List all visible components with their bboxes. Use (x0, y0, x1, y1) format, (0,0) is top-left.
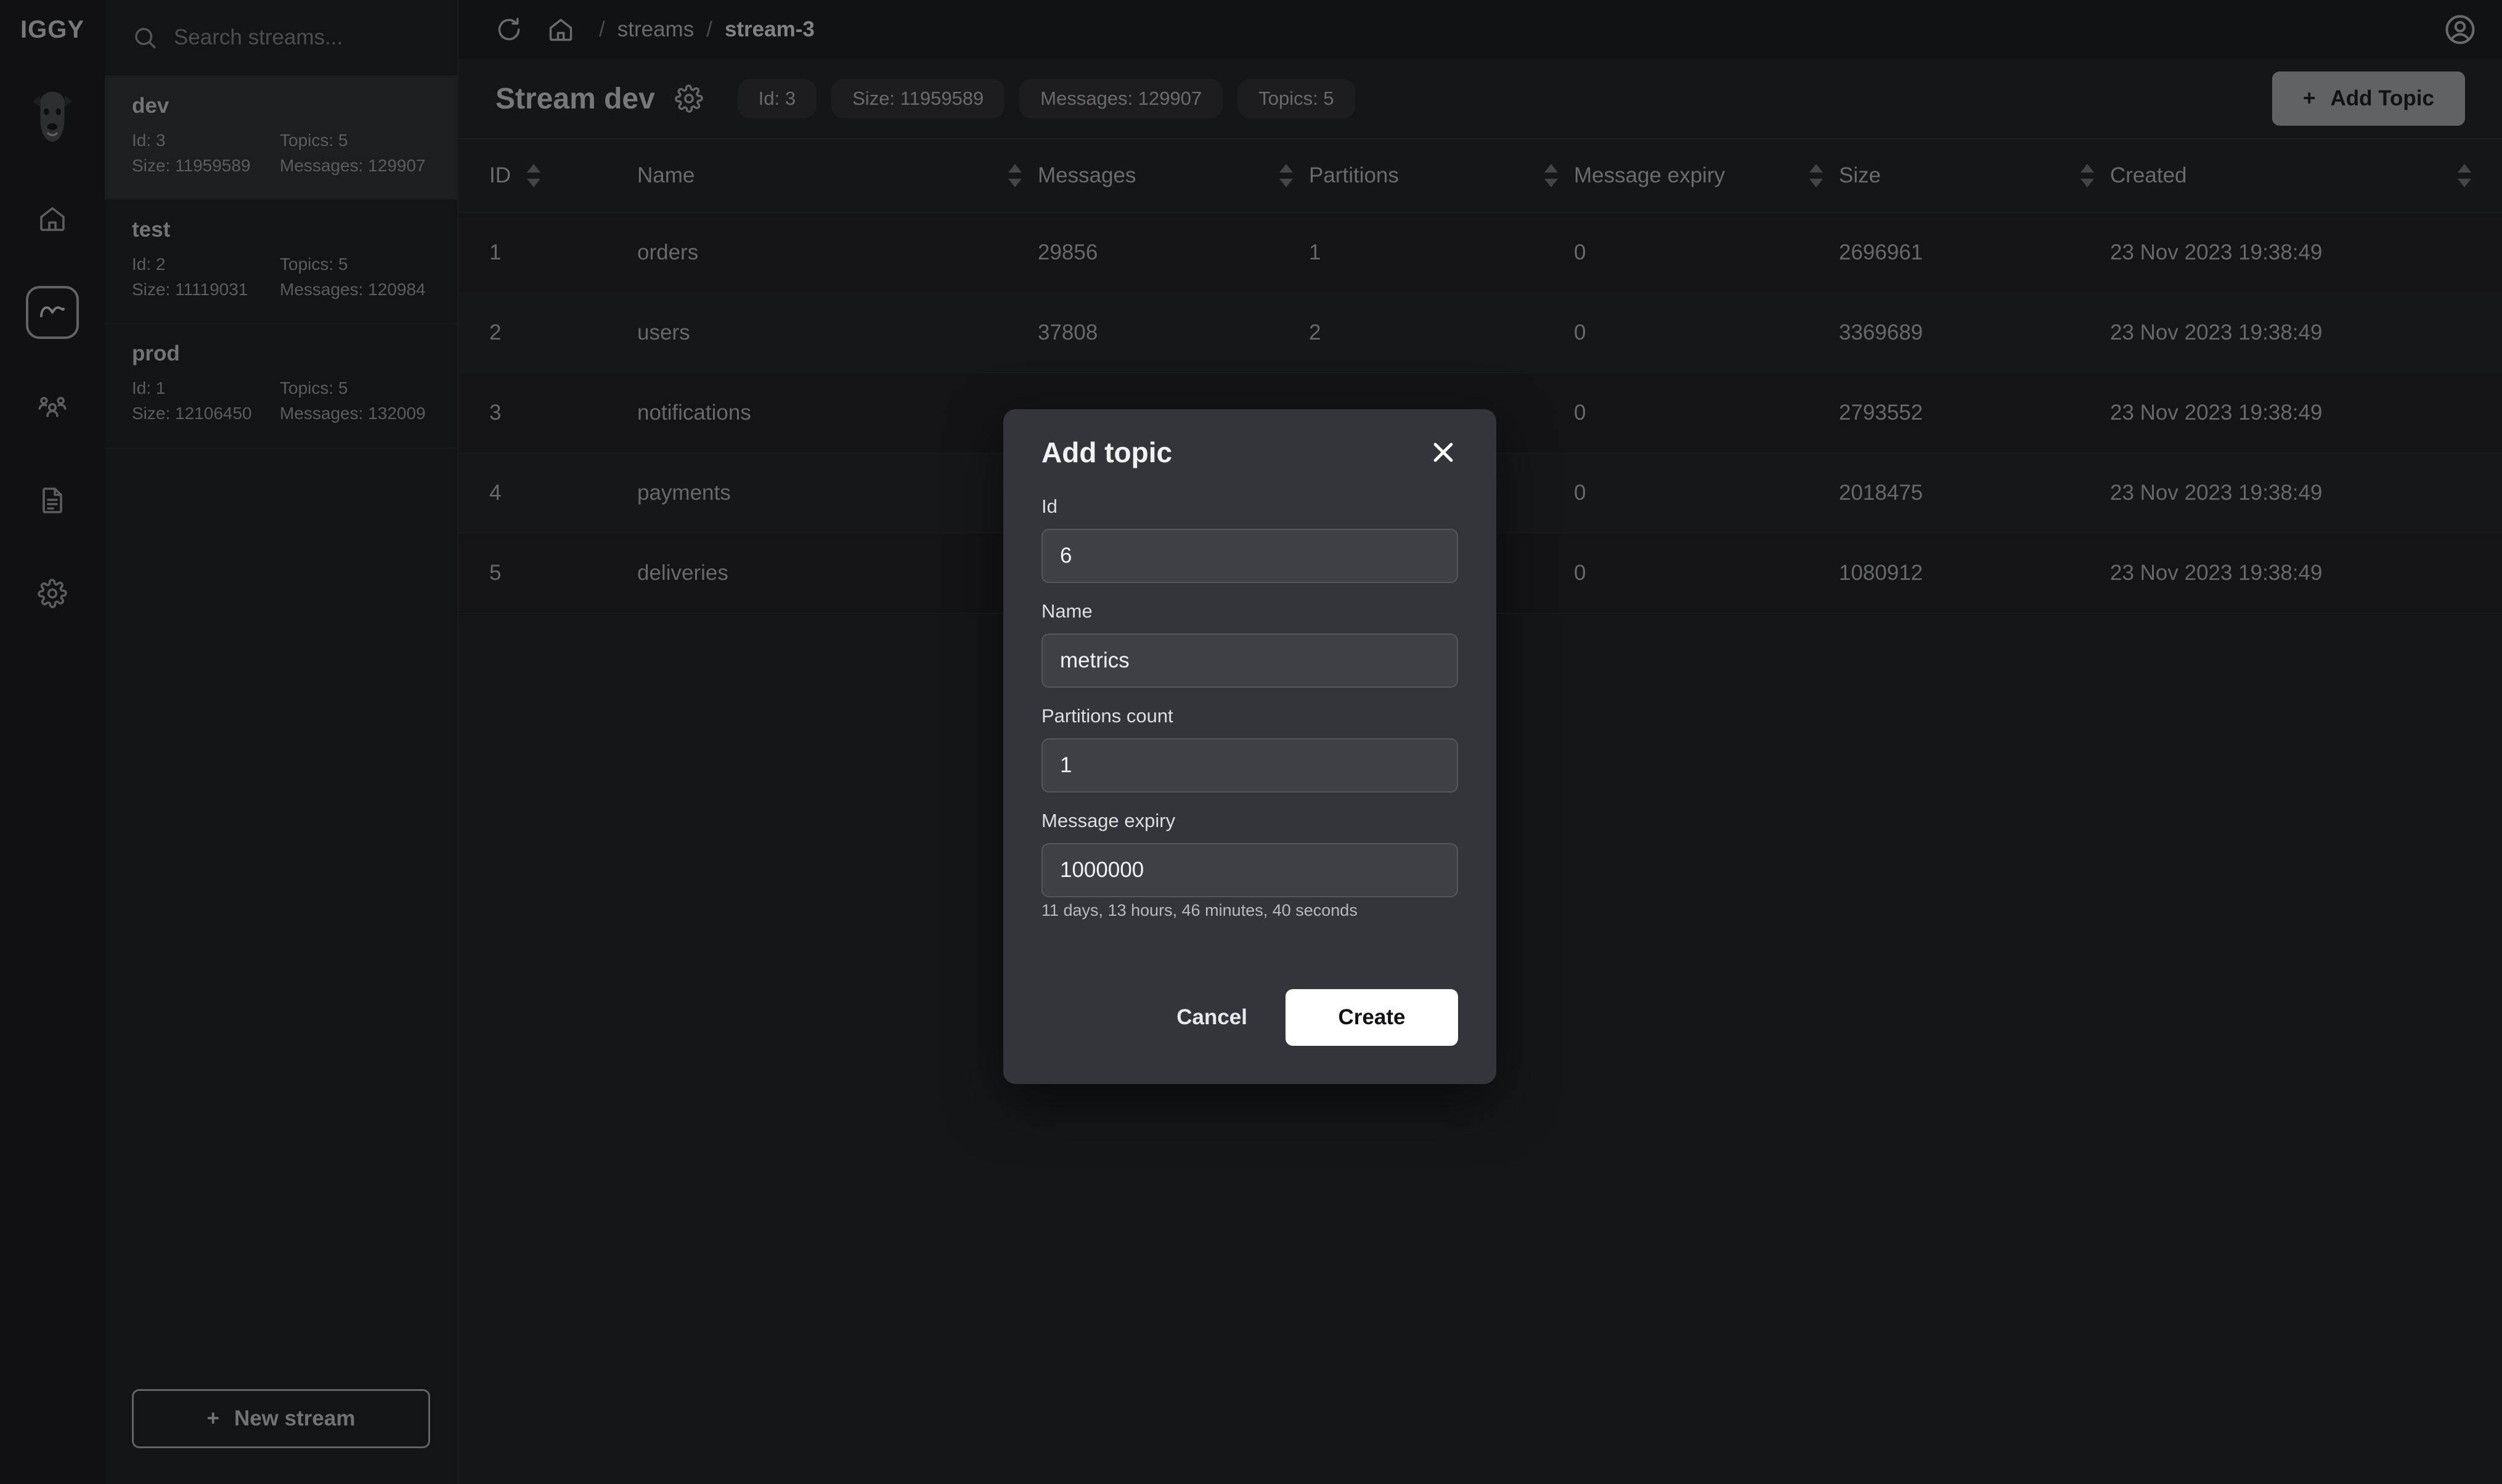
field-message-expiry: Message expiry 11 days, 13 hours, 46 min… (1041, 810, 1458, 920)
close-icon (1428, 438, 1458, 467)
field-id: Id (1041, 495, 1458, 583)
modal-title: Add topic (1041, 436, 1172, 469)
label-name: Name (1041, 600, 1458, 622)
field-name: Name (1041, 600, 1458, 688)
partitions-count-input[interactable] (1041, 738, 1458, 793)
field-partitions-count: Partitions count (1041, 705, 1458, 793)
label-message-expiry: Message expiry (1041, 810, 1458, 832)
app-root: IGGY (0, 0, 2502, 1484)
close-button[interactable] (1428, 438, 1458, 467)
label-partitions-count: Partitions count (1041, 705, 1458, 727)
message-expiry-input[interactable] (1041, 843, 1458, 897)
modal-actions: Cancel Create (1041, 989, 1458, 1046)
create-button[interactable]: Create (1286, 989, 1458, 1046)
message-expiry-hint: 11 days, 13 hours, 46 minutes, 40 second… (1041, 901, 1458, 920)
add-topic-modal: Add topic Id Name Partitions count Messa… (1003, 409, 1496, 1084)
name-input[interactable] (1041, 634, 1458, 688)
id-input[interactable] (1041, 529, 1458, 583)
cancel-button[interactable]: Cancel (1167, 990, 1257, 1045)
modal-header: Add topic (1041, 409, 1458, 495)
label-id: Id (1041, 495, 1458, 518)
